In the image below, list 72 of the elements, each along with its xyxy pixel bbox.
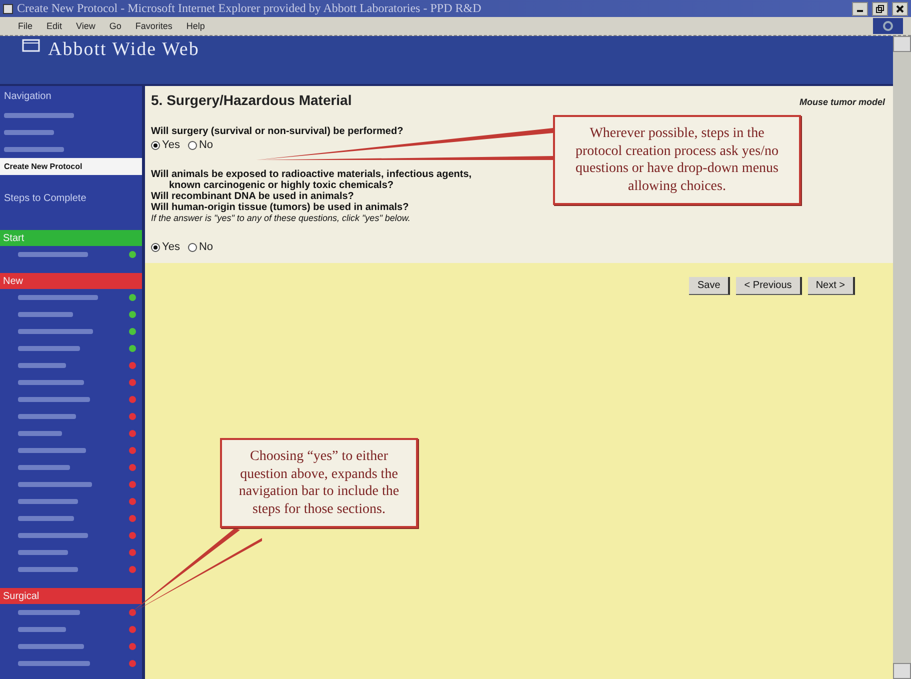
blurred-step-label[interactable] (18, 380, 84, 385)
blurred-step-label[interactable] (18, 312, 73, 317)
scroll-down-button[interactable] (893, 663, 911, 679)
blurred-step-label[interactable] (18, 363, 66, 368)
section-bar: New (0, 273, 142, 289)
blurred-step-label[interactable] (18, 252, 88, 257)
blurred-step-label[interactable] (18, 627, 66, 632)
nav-button[interactable]: Next > (808, 277, 855, 295)
blurred-step-label[interactable] (18, 661, 90, 666)
close-icon (896, 4, 904, 12)
restore-button[interactable] (872, 2, 888, 16)
scrollbar[interactable] (893, 36, 911, 679)
radio-label: Yes (162, 139, 180, 151)
question-text: Will recombinant DNA be used in animals? (151, 191, 354, 202)
minimize-icon (857, 10, 863, 12)
blurred-step-label[interactable] (18, 397, 90, 402)
blurred-step-label[interactable] (18, 329, 93, 334)
window-title: Create New Protocol - Microsoft Internet Explorer provided by Abbott Laboratories - PPD R&D (17, 1, 482, 16)
callout-note: Wherever possible, steps in the protocol creation process ask yes/no questions or have drop-down menus allowing choices. (553, 115, 801, 205)
radio-button[interactable] (151, 242, 160, 252)
blurred-step-label[interactable] (18, 610, 80, 615)
blurred-link-label[interactable] (4, 113, 74, 118)
blurred-step-label[interactable] (18, 567, 78, 572)
radio-label: Yes (162, 241, 180, 253)
instruction-note: If the answer is "yes" to any of these questions, click "yes" below. (151, 213, 412, 223)
radio-button[interactable] (188, 140, 197, 150)
site-title: Abbott Wide Web (48, 39, 200, 61)
menu-item[interactable]: Go (109, 21, 122, 31)
menu-item[interactable]: Favorites (135, 21, 172, 31)
radio-label: No (198, 139, 214, 151)
nav-button[interactable]: Save (689, 277, 730, 295)
minimize-button[interactable] (852, 2, 868, 16)
question-text: Will human-origin tissue (tumors) be used in animals? (151, 202, 409, 213)
page-heading: 5. Surgery/Hazardous Material (151, 92, 352, 108)
blurred-step-label[interactable] (18, 295, 98, 300)
radio-label: No (198, 241, 214, 253)
scroll-up-button[interactable] (893, 36, 911, 52)
blurred-step-label[interactable] (18, 644, 84, 649)
question-text: known carcinogenic or highly toxic chemicals? (168, 180, 394, 191)
blurred-step-label[interactable] (18, 414, 76, 419)
nav-button[interactable]: < Previous (736, 277, 802, 295)
blurred-step-label[interactable] (18, 516, 74, 521)
menu-item[interactable]: View (76, 21, 96, 31)
blurred-step-label[interactable] (18, 465, 70, 470)
menu-item[interactable]: Edit (46, 21, 62, 31)
close-button[interactable] (892, 2, 908, 16)
window-icon (3, 4, 13, 14)
restore-icon (876, 4, 884, 12)
blurred-link-label[interactable] (4, 130, 54, 135)
question-text: Will animals be exposed to radioactive materials, infectious agents, (151, 169, 472, 180)
blurred-step-label[interactable] (18, 499, 78, 504)
radio-button[interactable] (188, 242, 197, 252)
radio-button[interactable] (151, 140, 160, 150)
window-icon (22, 39, 40, 52)
section-bar: Start (0, 230, 142, 246)
blurred-step-label[interactable] (18, 448, 86, 453)
browser-logo-icon (873, 18, 903, 34)
steps-heading: Steps to Complete (3, 192, 88, 206)
model-name: Mouse tumor model (799, 97, 885, 107)
menu-item[interactable]: Help (186, 21, 205, 31)
blurred-link-label[interactable] (4, 147, 64, 152)
blurred-step-label[interactable] (18, 346, 80, 351)
callout-note: Choosing “yes” to either question above, expands the navigation bar to include the steps for those sections. (220, 438, 418, 528)
blurred-step-label[interactable] (18, 550, 68, 555)
sidebar-heading: Navigation (3, 90, 52, 104)
blurred-step-label[interactable] (18, 431, 62, 436)
section-bar: Surgical (0, 588, 142, 604)
menu-item[interactable]: File (18, 21, 33, 31)
blurred-step-label[interactable] (18, 482, 92, 487)
nav-link[interactable]: Create New Protocol (0, 158, 142, 175)
question-text: Will surgery (survival or non-survival) be performed? (151, 126, 404, 137)
blurred-step-label[interactable] (18, 533, 88, 538)
